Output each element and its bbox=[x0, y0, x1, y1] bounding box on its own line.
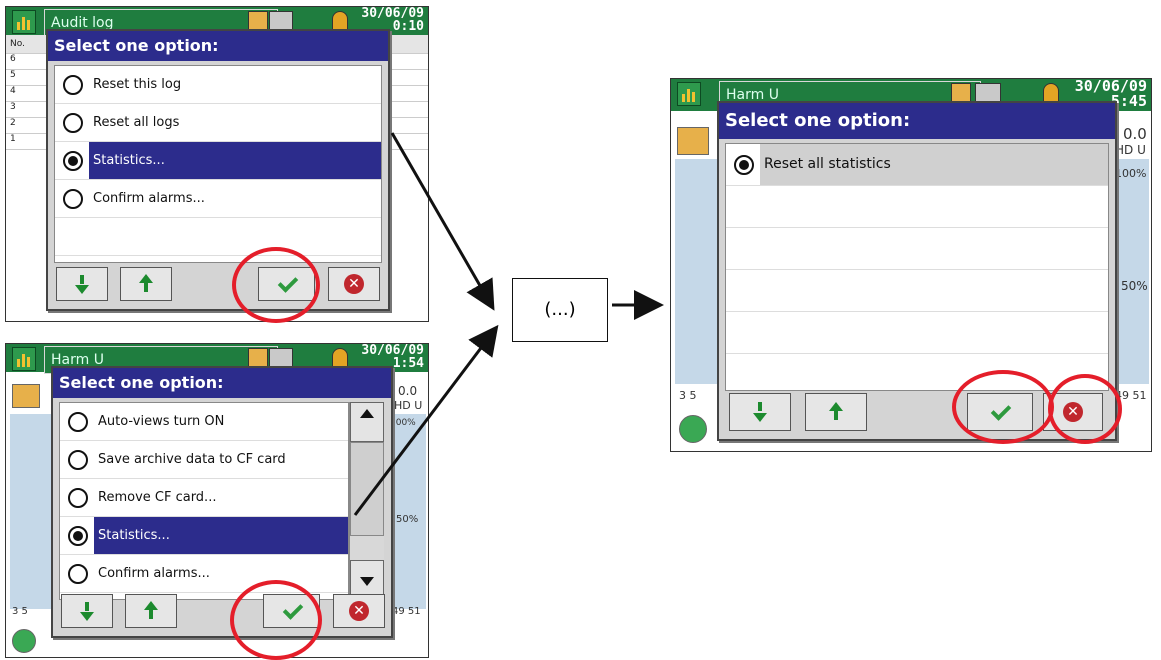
option-confirm-alarms[interactable]: Confirm alarms... bbox=[55, 180, 381, 218]
radio-icon[interactable] bbox=[68, 564, 88, 584]
ellipsis-callout: (...) bbox=[512, 278, 608, 342]
scroll-up-icon bbox=[360, 409, 374, 418]
dialog-title: Select one option: bbox=[48, 31, 388, 61]
dialog-title: Select one option: bbox=[719, 103, 1115, 139]
option-remove-cf[interactable]: Remove CF card... bbox=[60, 479, 348, 517]
switch-view-button[interactable] bbox=[12, 384, 40, 408]
option-statistics[interactable]: Statistics... bbox=[55, 142, 381, 180]
move-down-button[interactable] bbox=[56, 267, 108, 301]
option-list: Reset all statistics bbox=[725, 143, 1109, 391]
move-up-button[interactable] bbox=[120, 267, 172, 301]
pct-top: 100% bbox=[1115, 167, 1147, 180]
scroll-down-icon bbox=[360, 577, 374, 586]
radio-icon[interactable] bbox=[734, 155, 754, 175]
value-readout: 0.0 bbox=[398, 384, 418, 398]
axis-right: 49 51 bbox=[392, 606, 421, 617]
cancel-button[interactable]: ✕ bbox=[333, 594, 385, 628]
dialog-title: Select one option: bbox=[53, 368, 391, 398]
scroll-up-button[interactable] bbox=[350, 402, 384, 442]
option-auto-views[interactable]: Auto-views turn ON bbox=[60, 403, 348, 441]
radio-icon[interactable] bbox=[68, 412, 88, 432]
app-chart-icon[interactable] bbox=[12, 10, 36, 34]
pct-top: 100% bbox=[390, 418, 416, 428]
select-option-dialog: Select one option: Reset this log Reset … bbox=[46, 29, 390, 311]
axis-left: 3 5 bbox=[12, 606, 28, 617]
option-list: Reset this log Reset all logs Statistics… bbox=[54, 65, 382, 263]
option-statistics[interactable]: Statistics... bbox=[60, 517, 348, 555]
move-up-button[interactable] bbox=[805, 393, 867, 431]
list-item bbox=[726, 228, 1108, 270]
list-item bbox=[726, 270, 1108, 312]
arrow-up-icon bbox=[829, 402, 843, 411]
radio-icon[interactable] bbox=[63, 113, 83, 133]
highlight-ring-ok bbox=[230, 580, 322, 660]
app-chart-icon[interactable] bbox=[677, 82, 701, 106]
bell-icon[interactable] bbox=[1043, 83, 1059, 103]
screen-icon[interactable] bbox=[269, 11, 293, 31]
cancel-x-icon: ✕ bbox=[344, 274, 364, 294]
arrow-down-icon bbox=[80, 612, 94, 621]
option-list: Auto-views turn ON Save archive data to … bbox=[59, 402, 349, 600]
list-item bbox=[55, 218, 381, 256]
bell-icon[interactable] bbox=[332, 11, 348, 31]
screen-audit-log: Audit log 30/06/09 0:10 No. 6 5 4 3 2 1 S… bbox=[5, 6, 429, 322]
add-zoom-icon[interactable] bbox=[679, 415, 707, 443]
list-item bbox=[726, 186, 1108, 228]
screen-harm-u-menu: Harm U 30/06/09 1:54 0.0 HD U 100% 50% 3 … bbox=[5, 343, 429, 658]
option-reset-all-logs[interactable]: Reset all logs bbox=[55, 104, 381, 142]
option-reset-all-statistics[interactable]: Reset all statistics bbox=[726, 144, 1108, 186]
arrow-up-icon bbox=[144, 601, 158, 610]
add-zoom-icon[interactable] bbox=[12, 629, 36, 653]
list-item bbox=[726, 312, 1108, 354]
radio-icon[interactable] bbox=[68, 526, 88, 546]
radio-icon[interactable] bbox=[63, 151, 83, 171]
highlight-ring-cancel bbox=[1048, 374, 1122, 444]
pct-mid: 50% bbox=[1121, 279, 1148, 293]
chart-background bbox=[10, 414, 54, 609]
app-chart-icon[interactable] bbox=[12, 347, 36, 371]
value-readout: 0.0 bbox=[1123, 125, 1147, 143]
value-label: HD U bbox=[1115, 143, 1146, 157]
screen-icon[interactable] bbox=[975, 83, 1001, 103]
pct-mid: 50% bbox=[396, 514, 419, 525]
cancel-button[interactable]: ✕ bbox=[328, 267, 380, 301]
folder-icon[interactable] bbox=[951, 83, 971, 103]
scrollbar[interactable] bbox=[349, 402, 384, 600]
bell-icon[interactable] bbox=[332, 348, 348, 368]
value-label: HD U bbox=[394, 399, 423, 412]
move-down-button[interactable] bbox=[729, 393, 791, 431]
radio-icon[interactable] bbox=[68, 488, 88, 508]
switch-view-button[interactable] bbox=[677, 127, 709, 155]
option-reset-this-log[interactable]: Reset this log bbox=[55, 66, 381, 104]
folder-icon[interactable] bbox=[248, 348, 268, 368]
option-save-archive[interactable]: Save archive data to CF card bbox=[60, 441, 348, 479]
move-up-button[interactable] bbox=[125, 594, 177, 628]
radio-icon[interactable] bbox=[63, 189, 83, 209]
axis-left: 3 5 bbox=[679, 389, 697, 402]
chart-background bbox=[675, 159, 721, 384]
select-option-dialog: Select one option: Auto-views turn ON Sa… bbox=[51, 366, 393, 638]
arrow-down-icon bbox=[753, 413, 767, 422]
move-down-button[interactable] bbox=[61, 594, 113, 628]
arrow-up-icon bbox=[139, 274, 153, 283]
arrow-down-icon bbox=[75, 285, 89, 294]
screen-icon[interactable] bbox=[269, 348, 293, 368]
cancel-x-icon: ✕ bbox=[349, 601, 369, 621]
radio-icon[interactable] bbox=[68, 450, 88, 470]
highlight-ring-ok bbox=[232, 247, 320, 323]
folder-icon[interactable] bbox=[248, 11, 268, 31]
scroll-thumb[interactable] bbox=[350, 442, 384, 536]
highlight-ring-ok bbox=[952, 370, 1054, 444]
radio-icon[interactable] bbox=[63, 75, 83, 95]
